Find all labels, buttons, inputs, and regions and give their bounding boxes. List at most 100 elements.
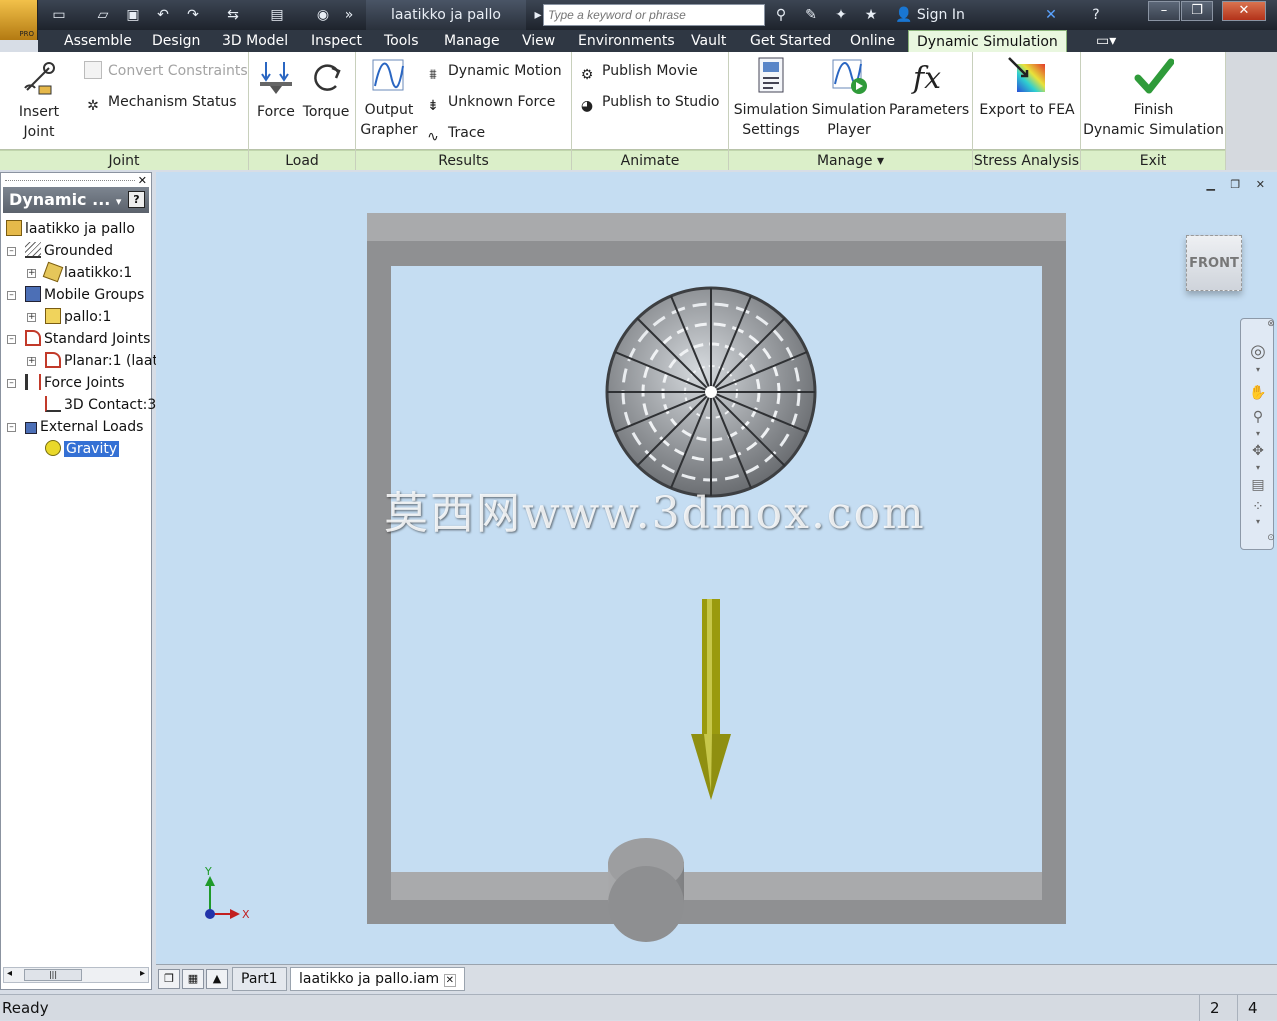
exchange-icon[interactable]: ✕	[1040, 5, 1062, 25]
browser-header[interactable]: Dynamic ... ▾ ?	[3, 187, 149, 213]
scroll-left-icon[interactable]: ◂	[7, 968, 12, 979]
collapse-toggle-icon[interactable]: –	[7, 423, 16, 432]
graphics-viewport[interactable]: ▁ ❐ ✕ Y X 莫西网www.3dmox.com FRONT ⊗ ◎ ▾ ✋…	[156, 172, 1277, 964]
insert-joint-button[interactable]: Insert Joint	[2, 58, 76, 142]
favorites-star-icon[interactable]: ★	[860, 5, 882, 25]
save-icon[interactable]: ▣	[122, 5, 144, 25]
publish-studio-button[interactable]: ◕ Publish to Studio	[578, 91, 720, 114]
parameters-label: Parameters	[889, 102, 970, 118]
search-input[interactable]	[543, 4, 765, 26]
collapse-toggle-icon[interactable]: –	[7, 379, 16, 388]
panel-label-manage[interactable]: Manage ▾	[729, 150, 972, 170]
tree-item-3d-contact[interactable]: 3D Contact:3	[45, 394, 156, 416]
dynamic-motion-button[interactable]: ⩩ Dynamic Motion	[424, 60, 561, 83]
tree-label: 3D Contact:3	[64, 397, 157, 413]
simulation-player-button[interactable]: Simulation Player	[811, 56, 887, 140]
tab-dynamic-simulation[interactable]: Dynamic Simulation	[908, 30, 1067, 52]
app-menu-button[interactable]: PRO	[0, 0, 38, 40]
browser-horizontal-scrollbar[interactable]: ◂ ||| ▸	[3, 967, 149, 983]
ribbon-options-icon[interactable]: ▭▾	[1088, 30, 1124, 52]
tab-get-started[interactable]: Get Started	[742, 30, 839, 52]
expand-toggle-icon[interactable]: +	[27, 357, 36, 366]
tab-environments[interactable]: Environments	[570, 30, 683, 52]
tree-item-standard-joints[interactable]: Standard Joints	[25, 328, 150, 350]
panel-load: Force Torque Load	[249, 52, 356, 170]
collapse-toggle-icon[interactable]: –	[7, 291, 16, 300]
sign-in-button[interactable]: 👤 Sign In	[895, 5, 965, 25]
chevron-down-icon[interactable]: ▾	[1248, 365, 1268, 385]
tree-item-external-loads[interactable]: External Loads	[25, 416, 143, 438]
cascade-windows-icon[interactable]: ❐	[158, 969, 180, 989]
tab-design[interactable]: Design	[144, 30, 208, 52]
finish-dynamic-simulation-button[interactable]: Finish Dynamic Simulation	[1083, 56, 1224, 140]
return-icon[interactable]: ⇆	[222, 5, 244, 25]
doc-tab-part1[interactable]: Part1	[232, 967, 287, 991]
parameters-button[interactable]: fx Parameters	[889, 56, 969, 120]
mechanism-status-button[interactable]: ✲ Mechanism Status	[84, 91, 236, 114]
tab-tools[interactable]: Tools	[376, 30, 427, 52]
update-icon[interactable]: ◉	[312, 5, 334, 25]
scroll-right-icon[interactable]: ▸	[140, 968, 145, 979]
look-at-icon[interactable]: ▤	[1248, 477, 1268, 497]
undo-icon[interactable]: ↶	[152, 5, 174, 25]
wrench-icon[interactable]: ✎	[800, 5, 822, 25]
tile-windows-icon[interactable]: ▦	[182, 969, 204, 989]
viewcube[interactable]: FRONT	[1186, 235, 1242, 291]
satellite-icon[interactable]: ✦	[830, 5, 852, 25]
help-icon[interactable]: ?	[1085, 5, 1107, 25]
tree-item-root[interactable]: laatikko ja pallo	[6, 218, 135, 240]
expand-toggle-icon[interactable]: +	[27, 313, 36, 322]
steering-menu-icon[interactable]: ⁘	[1248, 499, 1268, 519]
function-fx-icon: fx	[911, 61, 941, 96]
convert-constraints-button[interactable]: Convert Constraints	[84, 60, 248, 82]
minimize-window-button[interactable]: –	[1148, 1, 1180, 21]
publish-movie-button[interactable]: ⚙ Publish Movie	[578, 60, 698, 83]
more-icon[interactable]: »	[338, 5, 360, 25]
tree-item-planar[interactable]: Planar:1 (laat	[45, 350, 158, 372]
open-icon[interactable]: ▱	[92, 5, 114, 25]
unknown-force-button[interactable]: ⇟ Unknown Force	[424, 91, 555, 114]
restore-window-button[interactable]: ❐	[1181, 1, 1213, 21]
collapse-toggle-icon[interactable]: –	[7, 247, 16, 256]
tab-online[interactable]: Online	[842, 30, 903, 52]
expand-toggle-icon[interactable]: +	[27, 269, 36, 278]
open-documents-menu-icon[interactable]: ▲	[206, 969, 228, 989]
collapse-toggle-icon[interactable]: –	[7, 335, 16, 344]
tree-item-grounded[interactable]: Grounded	[25, 240, 113, 262]
tree-item-pallo[interactable]: pallo:1	[45, 306, 111, 328]
tree-item-gravity[interactable]: Gravity	[45, 438, 120, 460]
binoculars-icon[interactable]: ⚲	[770, 5, 792, 25]
export-to-fea-button[interactable]: Export to FEA	[977, 56, 1077, 120]
new-icon[interactable]: ▭	[48, 5, 70, 25]
tab-view[interactable]: View	[514, 30, 563, 52]
torque-button[interactable]: Torque	[299, 58, 353, 122]
browser-close-icon[interactable]: ✕	[138, 174, 147, 187]
tree-item-force-joints[interactable]: Force Joints	[25, 372, 125, 394]
pan-hand-icon[interactable]: ✋	[1248, 385, 1268, 405]
tree-item-mobile-groups[interactable]: Mobile Groups	[25, 284, 144, 306]
tab-manage[interactable]: Manage	[436, 30, 508, 52]
navbar-options-icon[interactable]: ⊙	[1261, 533, 1277, 553]
tree-item-laatikko[interactable]: laatikko:1	[42, 261, 132, 284]
tab-vault[interactable]: Vault	[683, 30, 734, 52]
navbar-close-icon[interactable]: ⊗	[1261, 319, 1277, 339]
output-grapher-button[interactable]: Output Grapher	[358, 56, 420, 140]
simulation-settings-button[interactable]: Simulation Settings	[731, 56, 811, 140]
browser-help-icon[interactable]: ?	[128, 191, 145, 208]
tab-3d-model[interactable]: 3D Model	[214, 30, 296, 52]
title-bar: PRO ▭ ▱ ▣ ↶ ↷ ⇆ ▤ ◉ » laatikko ja pallo …	[0, 0, 1277, 40]
redo-icon[interactable]: ↷	[182, 5, 204, 25]
orbit-icon[interactable]: ✥	[1248, 443, 1268, 463]
tab-inspect[interactable]: Inspect	[303, 30, 370, 52]
tab-close-icon[interactable]: ✕	[443, 974, 457, 987]
force-button[interactable]: Force	[253, 58, 299, 122]
close-window-button[interactable]: ✕	[1222, 1, 1266, 21]
steering-wheel-icon[interactable]: ◎	[1248, 341, 1268, 362]
tab-assemble[interactable]: Assemble	[56, 30, 140, 52]
scroll-thumb[interactable]: |||	[24, 969, 82, 981]
doc-tab-laatikko-ja-pallo[interactable]: laatikko ja pallo.iam ✕	[290, 967, 466, 991]
zoom-icon[interactable]: ⚲	[1248, 409, 1268, 429]
trace-button[interactable]: ∿ Trace	[424, 122, 485, 145]
browser-grip[interactable]	[5, 180, 135, 181]
select-icon[interactable]: ▤	[266, 5, 288, 25]
